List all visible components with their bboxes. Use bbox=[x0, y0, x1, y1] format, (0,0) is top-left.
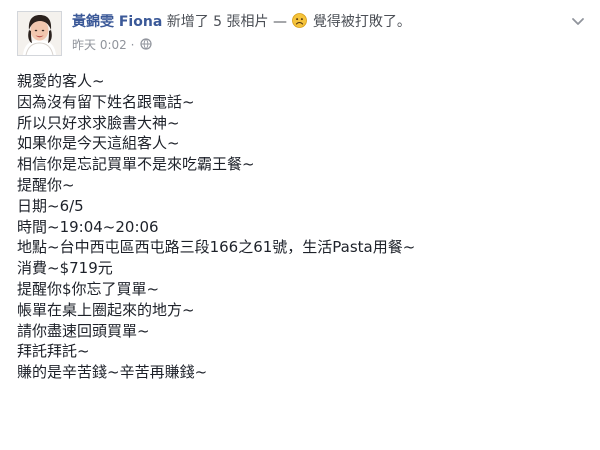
message-line: 消費~$719元 bbox=[17, 259, 113, 278]
message-line: 地點~台中西屯區西屯路三段166之61號，生活Pasta用餐~ bbox=[17, 238, 416, 257]
meta-separator: · bbox=[130, 38, 139, 52]
globe-icon[interactable] bbox=[140, 38, 152, 50]
message-line: 因為沒有留下姓名跟電話~ bbox=[17, 92, 195, 111]
author-avatar[interactable] bbox=[17, 11, 62, 56]
message-line: 提醒你$你忘了買單~ bbox=[17, 279, 160, 298]
facebook-post: 黃錦雯 Fiona 新增了 5 張相片 — 覺得被打敗了。 昨天 0:02 · bbox=[0, 0, 600, 450]
feeling-text: 覺得被打敗了。 bbox=[312, 14, 411, 30]
message-line: 帳單在桌上圈起來的地方~ bbox=[17, 300, 195, 319]
message-line: 時間~19:04~20:06 bbox=[17, 217, 159, 236]
post-message: 親愛的客人~ 因為沒有留下姓名跟電話~ 所以只好求求臉書大神~ 如果你是今天這組… bbox=[17, 71, 587, 383]
avatar-image bbox=[18, 12, 61, 55]
post-meta: 昨天 0:02 · bbox=[72, 37, 152, 53]
message-line: 拜託拜託~ bbox=[17, 342, 90, 361]
post-timestamp-link[interactable]: 昨天 0:02 bbox=[72, 38, 127, 52]
author-name-link[interactable]: 黃錦雯 Fiona bbox=[72, 14, 162, 30]
message-line: 請你盡速回頭買單~ bbox=[17, 321, 150, 340]
post-action-text: 新增了 5 張相片 bbox=[166, 14, 269, 30]
message-line: 親愛的客人~ bbox=[17, 72, 105, 90]
message-line: 提醒你~ bbox=[17, 175, 75, 194]
chevron-down-icon[interactable] bbox=[570, 13, 586, 29]
message-line: 如果你是今天這組客人~ bbox=[17, 134, 180, 153]
message-line: 相信你是忘記買單不是來吃霸王餐~ bbox=[17, 155, 255, 174]
message-line: 日期~6/5 bbox=[17, 196, 84, 215]
message-line: 賺的是辛苦錢~辛苦再賺錢~ bbox=[17, 363, 208, 382]
header-dash: — bbox=[273, 14, 287, 30]
post-header: 黃錦雯 Fiona 新增了 5 張相片 — 覺得被打敗了。 bbox=[72, 13, 411, 31]
sad-face-icon bbox=[292, 13, 308, 28]
message-line: 所以只好求求臉書大神~ bbox=[17, 113, 180, 132]
